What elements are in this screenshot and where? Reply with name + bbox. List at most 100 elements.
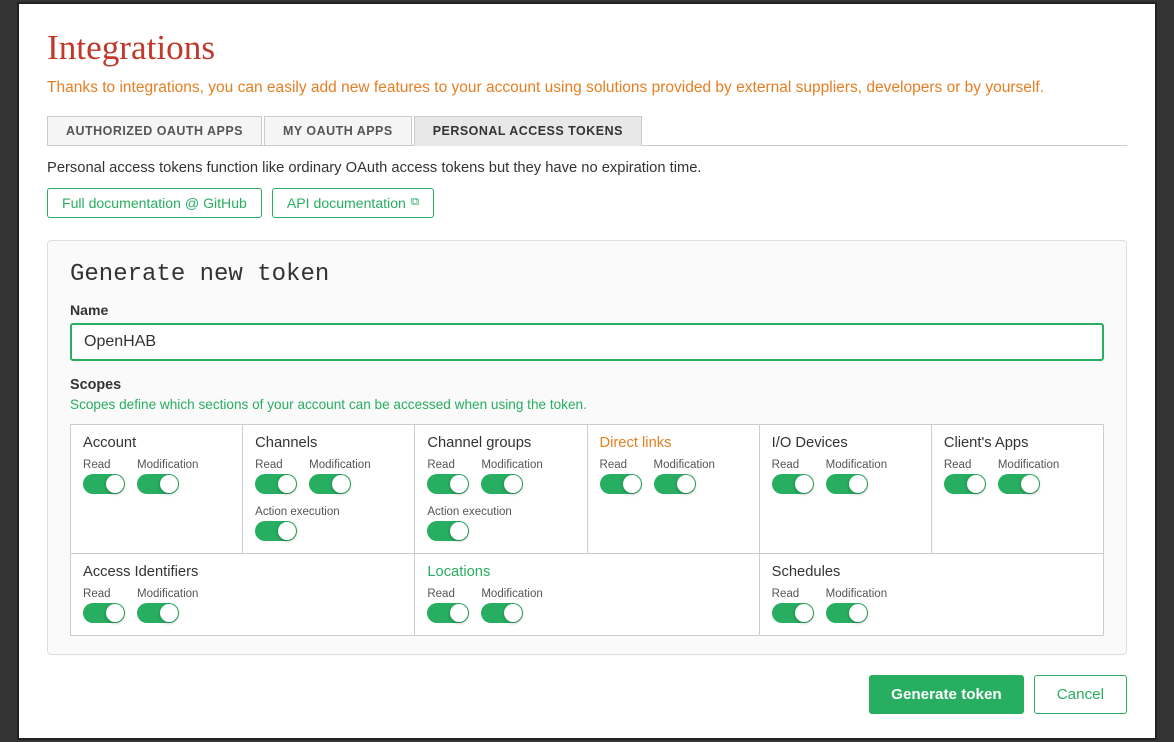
toggle-ca-read-switch[interactable]: [944, 474, 986, 494]
scope-channel-groups-name: Channel groups: [427, 435, 574, 451]
toggle-loc-mod-label: Modification: [481, 588, 542, 600]
toggle-dl-read: Read: [600, 459, 642, 494]
doc-links-container: Full documentation @ GitHub API document…: [47, 188, 1127, 218]
toggle-cg-read-label: Read: [427, 459, 455, 471]
toggle-ai-mod: Modification: [137, 588, 198, 623]
scopes-desc: Scopes define which sections of your acc…: [70, 397, 1104, 412]
scope-clients-apps-toggles: Read Modification: [944, 459, 1091, 494]
scopes-grid-row2: Access Identifiers Read Modification Loc…: [70, 554, 1104, 636]
scope-clients-apps: Client's Apps Read Modification: [932, 425, 1104, 554]
toggle-sch-mod-switch[interactable]: [826, 603, 868, 623]
toggle-sch-mod-label: Modification: [826, 588, 887, 600]
toggle-sch-read-switch[interactable]: [772, 603, 814, 623]
toggle-channels-mod: Modification: [309, 459, 370, 494]
toggle-io-mod-switch[interactable]: [826, 474, 868, 494]
toggle-ca-read-label: Read: [944, 459, 972, 471]
toggle-loc-mod: Modification: [481, 588, 542, 623]
scope-sch-toggles: Read Modification: [772, 588, 1091, 623]
scope-loc-toggles: Read Modification: [427, 588, 746, 623]
toggle-account-mod-label: Modification: [137, 459, 198, 471]
toggle-loc-read-switch[interactable]: [427, 603, 469, 623]
toggle-dl-mod-switch[interactable]: [654, 474, 696, 494]
toggle-dl-read-switch[interactable]: [600, 474, 642, 494]
generate-token-button[interactable]: Generate token: [869, 675, 1024, 714]
scope-channels: Channels Read Modification Action execut…: [243, 425, 415, 554]
tabs-bar: AUTHORIZED OAUTH APPS MY OAUTH APPS PERS…: [47, 116, 1127, 146]
token-name-input[interactable]: [70, 323, 1104, 361]
toggle-channels-read-label: Read: [255, 459, 283, 471]
toggle-channels-mod-switch[interactable]: [309, 474, 351, 494]
toggle-sch-read-label: Read: [772, 588, 800, 600]
toggle-dl-mod: Modification: [654, 459, 715, 494]
scope-clients-apps-name: Client's Apps: [944, 435, 1091, 451]
footer-actions: Generate token Cancel: [47, 675, 1127, 714]
toggle-cg-read-switch[interactable]: [427, 474, 469, 494]
toggle-io-read-switch[interactable]: [772, 474, 814, 494]
toggle-channels-action: Action execution: [255, 506, 340, 541]
main-window: Integrations Thanks to integrations, you…: [17, 2, 1157, 739]
scope-channels-name: Channels: [255, 435, 402, 451]
cancel-button[interactable]: Cancel: [1034, 675, 1127, 714]
scope-io-devices: I/O Devices Read Modification: [760, 425, 932, 554]
pat-description: Personal access tokens function like ord…: [47, 160, 1127, 176]
generate-token-box: Generate new token Name Scopes Scopes de…: [47, 240, 1127, 655]
scope-io-devices-name: I/O Devices: [772, 435, 919, 451]
toggle-cg-action-switch[interactable]: [427, 521, 469, 541]
scopes-title: Scopes: [70, 377, 1104, 393]
scope-channels-toggles: Read Modification Action execution: [255, 459, 402, 541]
toggle-ca-mod: Modification: [998, 459, 1059, 494]
tab-personal-access-tokens[interactable]: PERSONAL ACCESS TOKENS: [414, 116, 642, 146]
toggle-dl-mod-label: Modification: [654, 459, 715, 471]
subtitle: Thanks to integrations, you can easily a…: [47, 76, 1127, 99]
toggle-ca-mod-label: Modification: [998, 459, 1059, 471]
toggle-ca-mod-switch[interactable]: [998, 474, 1040, 494]
api-doc-label: API documentation: [287, 195, 406, 211]
toggle-cg-mod-label: Modification: [481, 459, 542, 471]
toggle-account-read-switch[interactable]: [83, 474, 125, 494]
toggle-channels-read: Read: [255, 459, 297, 494]
tab-authorized-oauth[interactable]: AUTHORIZED OAUTH APPS: [47, 116, 262, 145]
scope-channel-groups-toggles: Read Modification Action execution: [427, 459, 574, 541]
scope-access-identifiers: Access Identifiers Read Modification: [71, 554, 415, 636]
api-doc-button[interactable]: API documentation ⧉: [272, 188, 434, 218]
scope-direct-links-toggles: Read Modification: [600, 459, 747, 494]
name-label: Name: [70, 302, 1104, 318]
scope-direct-links: Direct links Read Modification: [588, 425, 760, 554]
generate-title: Generate new token: [70, 261, 1104, 288]
scope-channel-groups: Channel groups Read Modification Action …: [415, 425, 587, 554]
toggle-io-read: Read: [772, 459, 814, 494]
toggle-ai-read-switch[interactable]: [83, 603, 125, 623]
toggle-dl-read-label: Read: [600, 459, 628, 471]
scope-access-identifiers-name: Access Identifiers: [83, 564, 402, 580]
toggle-loc-read: Read: [427, 588, 469, 623]
page-title: Integrations: [47, 28, 1127, 68]
full-doc-button[interactable]: Full documentation @ GitHub: [47, 188, 262, 218]
toggle-channels-action-switch[interactable]: [255, 521, 297, 541]
toggle-account-mod-switch[interactable]: [137, 474, 179, 494]
toggle-loc-mod-switch[interactable]: [481, 603, 523, 623]
toggle-ai-mod-switch[interactable]: [137, 603, 179, 623]
toggle-loc-read-label: Read: [427, 588, 455, 600]
toggle-sch-mod: Modification: [826, 588, 887, 623]
toggle-account-mod: Modification: [137, 459, 198, 494]
scope-account-name: Account: [83, 435, 230, 451]
toggle-ai-read-label: Read: [83, 588, 111, 600]
scope-direct-links-name: Direct links: [600, 435, 747, 451]
toggle-account-read-label: Read: [83, 459, 111, 471]
external-link-icon: ⧉: [411, 196, 419, 209]
toggle-io-mod-label: Modification: [826, 459, 887, 471]
toggle-ai-mod-label: Modification: [137, 588, 198, 600]
toggle-io-mod: Modification: [826, 459, 887, 494]
toggle-cg-mod-switch[interactable]: [481, 474, 523, 494]
scope-schedules-name: Schedules: [772, 564, 1091, 580]
toggle-channels-read-switch[interactable]: [255, 474, 297, 494]
toggle-ca-read: Read: [944, 459, 986, 494]
toggle-cg-action-label: Action execution: [427, 506, 512, 518]
scope-schedules: Schedules Read Modification: [760, 554, 1104, 636]
toggle-account-read: Read: [83, 459, 125, 494]
scope-locations: Locations Read Modification: [415, 554, 759, 636]
toggle-ai-read: Read: [83, 588, 125, 623]
scope-ai-toggles: Read Modification: [83, 588, 402, 623]
toggle-channels-mod-label: Modification: [309, 459, 370, 471]
tab-my-oauth[interactable]: MY OAUTH APPS: [264, 116, 412, 145]
